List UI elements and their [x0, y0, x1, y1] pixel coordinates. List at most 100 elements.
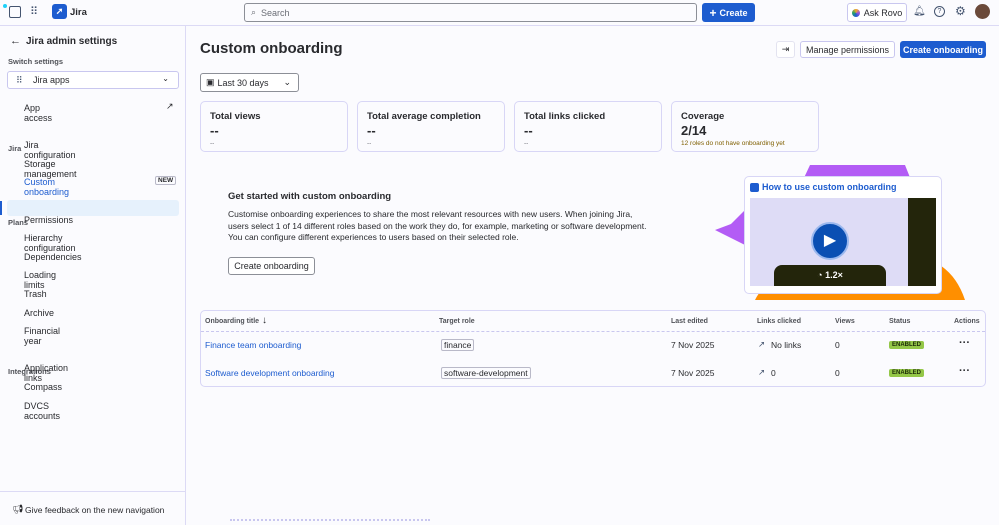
switch-settings-value: Jira apps: [33, 75, 70, 85]
notification-dot: [3, 4, 7, 8]
switch-settings-select[interactable]: ⠿ Jira apps ⌄: [7, 71, 179, 89]
more-actions-icon[interactable]: ···: [959, 337, 970, 349]
switch-settings-label: Switch settings: [8, 57, 63, 66]
sidebar-item[interactable]: Hierarchy configuration: [24, 233, 76, 253]
nav-section-label: Jira: [8, 144, 21, 153]
stat-value: --: [524, 123, 652, 138]
video-icon: [750, 183, 759, 192]
scroll-edge: [230, 519, 430, 525]
sidebar-item[interactable]: App access: [24, 103, 52, 123]
sidebar-item[interactable]: Custom onboarding: [24, 177, 69, 197]
create-button[interactable]: + Create: [702, 3, 755, 22]
video-card[interactable]: How to use custom onboarding ▶ ◔ 1.2×: [744, 176, 942, 294]
stat-card: Coverage 2/14 12 roles do not have onboa…: [671, 101, 819, 152]
apps-icon: ⠿: [16, 75, 23, 86]
speed-icon: ◔: [817, 270, 825, 280]
plus-icon: +: [709, 6, 716, 20]
sidebar-item[interactable]: DVCS accounts: [24, 401, 60, 421]
ask-rovo-button[interactable]: Ask Rovo: [847, 3, 907, 22]
sidebar-title: Jira admin settings: [26, 36, 117, 47]
create-onboarding-button[interactable]: Create onboarding: [900, 41, 986, 58]
divider: [0, 491, 185, 492]
promo-title: Get started with custom onboarding: [228, 191, 391, 202]
back-arrow-icon[interactable]: ←: [10, 35, 21, 47]
feedback-icon[interactable]: 📢︎: [12, 504, 23, 515]
more-actions-icon[interactable]: ···: [959, 365, 970, 377]
sidebar-item[interactable]: Loading limits: [24, 270, 56, 290]
sidebar-item[interactable]: Compass: [24, 382, 62, 392]
bell-icon[interactable]: 🔔︎: [913, 6, 926, 17]
column-header[interactable]: Onboarding title: [205, 318, 259, 325]
stat-title: Total views: [210, 111, 338, 122]
settings-icon[interactable]: ⚙: [955, 4, 966, 18]
onboarding-title-link[interactable]: Software development onboarding: [205, 368, 334, 378]
promo-create-onboarding-button[interactable]: Create onboarding: [228, 257, 315, 275]
search-input[interactable]: ⌕Search: [244, 3, 697, 22]
play-icon[interactable]: ▶: [811, 222, 849, 260]
search-icon: ⌕: [251, 7, 256, 18]
stat-subtext: --: [210, 140, 338, 147]
sidebar-item[interactable]: Trash: [24, 289, 47, 299]
column-header: Views: [835, 318, 855, 325]
external-link-icon: ↗: [166, 101, 174, 112]
promo-body: Customise onboarding experiences to shar…: [228, 209, 648, 244]
column-header: Target role: [439, 318, 475, 325]
chevron-down-icon: ⌄: [162, 74, 169, 83]
target-role-tag: software-development: [441, 367, 531, 379]
status-badge: ENABLED: [889, 341, 924, 349]
rovo-icon: [852, 9, 860, 17]
stat-subtext: --: [367, 140, 495, 147]
sort-arrow-icon[interactable]: ↓: [262, 315, 267, 326]
stat-card: Total views -- --: [200, 101, 348, 152]
stat-value: --: [210, 123, 338, 138]
date-filter-value: Last 30 days: [218, 78, 269, 88]
sidebar-item[interactable]: Dependencies: [24, 252, 82, 262]
help-icon[interactable]: ?: [934, 6, 945, 17]
stat-value: 2/14: [681, 123, 809, 138]
stat-title: Total links clicked: [524, 111, 652, 122]
links-clicked: No links: [771, 340, 801, 350]
sidebar-item[interactable]: Financial year: [24, 326, 60, 346]
sidebar-item[interactable]: Application links: [24, 363, 68, 383]
views: 0: [835, 368, 840, 378]
video-title[interactable]: How to use custom onboarding: [762, 182, 897, 192]
sidebar-item[interactable]: Archive: [24, 308, 54, 318]
ask-rovo-label: Ask Rovo: [864, 8, 903, 18]
views: 0: [835, 340, 840, 350]
date-filter-select[interactable]: ▣Last 30 days ⌄: [200, 73, 299, 92]
last-edited: 7 Nov 2025: [671, 368, 714, 378]
feedback-link[interactable]: Give feedback on the new navigation: [25, 505, 164, 515]
playback-speed[interactable]: ◔ 1.2×: [774, 265, 886, 286]
trend-icon: ↗: [758, 339, 765, 350]
manage-permissions-button[interactable]: Manage permissions: [800, 41, 895, 58]
app-name[interactable]: Jira: [70, 7, 87, 18]
status-badge: ENABLED: [889, 369, 924, 377]
sidebar-item[interactable]: Permissions: [24, 215, 73, 225]
stat-subtext: 12 roles do not have onboarding yet: [681, 140, 809, 147]
share-icon[interactable]: ⇥: [776, 41, 795, 58]
last-edited: 7 Nov 2025: [671, 340, 714, 350]
video-side-panel: [908, 198, 936, 286]
sidebar: ← Jira admin settings Switch settings ⠿ …: [0, 26, 186, 525]
column-header: Actions: [954, 318, 980, 325]
chevron-down-icon: ⌄: [283, 77, 291, 88]
jira-logo-icon[interactable]: ➚: [52, 4, 67, 19]
stat-subtext: --: [524, 140, 652, 147]
avatar[interactable]: [975, 4, 990, 19]
sidebar-item[interactable]: Storage management: [24, 159, 77, 179]
create-label: Create: [720, 8, 748, 18]
top-nav: ⠿ ➚ Jira ⌕Search + Create Ask Rovo 🔔︎ ? ⚙: [0, 0, 999, 26]
page-title: Custom onboarding: [200, 40, 343, 57]
stat-card: Total average completion -- --: [357, 101, 505, 152]
stat-card: Total links clicked -- --: [514, 101, 662, 152]
sidebar-item[interactable]: Jira configuration: [24, 140, 76, 160]
onboarding-title-link[interactable]: Finance team onboarding: [205, 340, 301, 350]
sidebar-toggle-icon[interactable]: [9, 6, 21, 18]
target-role-tag: finance: [441, 339, 474, 351]
column-header: Status: [889, 318, 910, 325]
calendar-icon: ▣: [206, 77, 215, 88]
app-switcher-icon[interactable]: ⠿: [30, 5, 38, 18]
stat-value: --: [367, 123, 495, 138]
header-divider: [201, 331, 985, 332]
column-header: Last edited: [671, 318, 708, 325]
